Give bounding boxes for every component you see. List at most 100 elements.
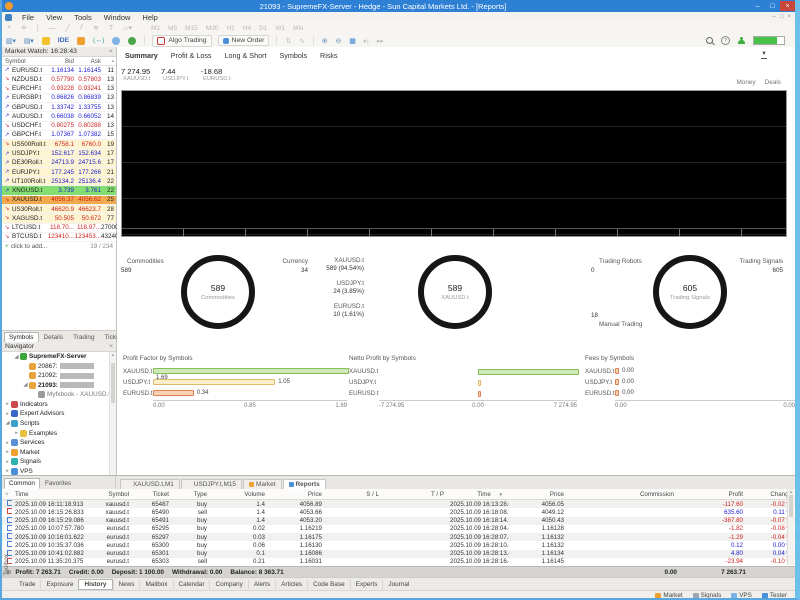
- expand-arrow-icon[interactable]: ▸: [4, 449, 11, 455]
- new-order-button[interactable]: New Order: [218, 35, 270, 46]
- report-tab[interactable]: Symbols: [279, 51, 307, 60]
- col-bid[interactable]: Bid: [46, 58, 74, 65]
- col-sl[interactable]: S / L: [325, 491, 382, 498]
- balance-chart[interactable]: [121, 90, 787, 237]
- expand-arrow-icon[interactable]: ▸: [4, 401, 11, 407]
- shapes-icon[interactable]: ▱▾: [123, 24, 132, 32]
- timeframe-button[interactable]: MN: [293, 25, 303, 32]
- table-row[interactable]: 2025.10.09 16:11:18.913 xauusd.t 65487 b…: [2, 500, 795, 508]
- market-watch-row[interactable]: ↗ USDJPY.t 152.617 152.634 17: [2, 149, 116, 158]
- chart-tab[interactable]: XAUUSD.t,M1: [120, 479, 180, 489]
- col-symbol[interactable]: Symbol: [2, 58, 46, 65]
- expand-arrow-icon[interactable]: ▸: [4, 468, 11, 474]
- market-watch-row[interactable]: ↘ US30Roll.t 46620.9 46623.7 28: [2, 205, 116, 214]
- mql5-icon[interactable]: [42, 37, 50, 45]
- objects-list-icon[interactable]: ⇅: [285, 37, 291, 45]
- report-tab[interactable]: Risks: [320, 51, 338, 60]
- table-row[interactable]: 2025.10.09 10:41:02.882 eurusd.t 65301 b…: [2, 550, 795, 558]
- nav-item[interactable]: ◢ Scripts: [2, 419, 110, 429]
- market-watch-close-icon[interactable]: ×: [109, 48, 113, 55]
- tile-windows-icon[interactable]: ▦: [349, 37, 355, 45]
- col-price-close[interactable]: Price: [509, 491, 567, 498]
- market-watch-row[interactable]: ↘ XAUUSD.t 4056.37 4056.62 25: [2, 196, 116, 205]
- expand-arrow-icon[interactable]: ◢: [13, 354, 20, 360]
- chart-profile-icon[interactable]: ▤▾: [24, 37, 34, 45]
- nav-item[interactable]: ▸ Indicators: [2, 400, 110, 410]
- status-item[interactable]: Tester: [762, 592, 787, 599]
- chart-style-icon[interactable]: ▥▾: [6, 37, 16, 45]
- toolbox-tab[interactable]: Calendar: [173, 580, 210, 589]
- market-watch-row[interactable]: ↘ XAGUSD.t 50.505 50.672 77: [2, 214, 116, 223]
- table-row[interactable]: 2025.10.09 11:35:20.375 eurusd.t 65303 s…: [2, 558, 795, 566]
- status-item[interactable]: Signals: [693, 592, 722, 599]
- nav-item[interactable]: Myfxbook - XAUUSD.t,N: [2, 390, 110, 400]
- nav-item[interactable]: ▸ Examples: [2, 428, 110, 438]
- timeframe-button[interactable]: M1: [151, 25, 160, 32]
- col-spread-icon[interactable]: ▪: [101, 58, 116, 65]
- nav-item[interactable]: ▸ Signals: [2, 457, 110, 467]
- algo-trading-button[interactable]: Algo Trading: [152, 35, 211, 47]
- zoom-out-icon[interactable]: ⊖: [336, 37, 342, 45]
- col-tp[interactable]: T / P: [382, 491, 447, 498]
- signals-toolbar-icon[interactable]: (↔): [93, 37, 104, 44]
- navigator-tab[interactable]: Common: [4, 478, 40, 489]
- nav-item[interactable]: ◢ 21093:: [2, 381, 110, 391]
- toolbox-tab[interactable]: Mailbox: [139, 580, 172, 589]
- col-time-open[interactable]: Time: [12, 491, 92, 498]
- mdi-window-controls[interactable]: – □ ×: [773, 14, 795, 20]
- status-item[interactable]: VPS: [731, 592, 752, 599]
- fibonacci-icon[interactable]: ≋: [93, 24, 99, 32]
- vertical-line-icon[interactable]: |: [37, 25, 39, 32]
- toolbox-tab[interactable]: History: [78, 579, 112, 590]
- col-commission[interactable]: Commission: [567, 491, 677, 498]
- status-item[interactable]: Market: [655, 592, 682, 599]
- timeframe-button[interactable]: W1: [275, 25, 285, 32]
- col-type[interactable]: Type: [172, 491, 210, 498]
- expand-arrow-icon[interactable]: ▸: [4, 411, 11, 417]
- col-ask[interactable]: Ask: [74, 58, 101, 65]
- menu-item[interactable]: Tools: [68, 13, 98, 22]
- market-watch-row[interactable]: ↗ GBPCHF.t 1.07367 1.07382 15: [2, 131, 116, 140]
- report-tab[interactable]: Profit & Loss: [171, 51, 212, 60]
- market-watch-row[interactable]: ↘ USDCHF.t 0.80275 0.80288 13: [2, 122, 116, 131]
- toolbox-vertical-tab[interactable]: Toolbox: [3, 554, 10, 576]
- navigator-close-icon[interactable]: ×: [109, 343, 113, 350]
- navigator-tab[interactable]: Favorites: [40, 478, 76, 489]
- cursor-icon[interactable]: ⌖: [7, 24, 11, 32]
- market-watch-column-headers[interactable]: Symbol Bid Ask ▪: [2, 57, 116, 66]
- chart-tab[interactable]: Market: [243, 479, 282, 489]
- market-watch-row[interactable]: ↗ XNGUSD.t 3.739 3.761 22: [2, 186, 116, 195]
- table-row[interactable]: 2025.10.09 10:07:57.780 eurusd.t 65295 b…: [2, 525, 795, 533]
- expand-arrow-icon[interactable]: ▸: [4, 440, 11, 446]
- market-watch-row[interactable]: ↗ UT100Roll.t 25134.2 25136.4 22: [2, 177, 116, 186]
- nav-item[interactable]: ▸ Expert Advisors: [2, 409, 110, 419]
- market-watch-row[interactable]: ↘ EURCHF.t 0.93228 0.93241 13: [2, 85, 116, 94]
- navigator-scrollbar[interactable]: ▲: [109, 352, 116, 476]
- table-row[interactable]: 2025.10.09 16:15:26.833 xauusd.t 65490 s…: [2, 508, 795, 516]
- help-icon[interactable]: ?: [721, 36, 730, 45]
- toolbox-tab[interactable]: Experts: [350, 580, 383, 589]
- tick-chart-icon[interactable]: ∿: [299, 37, 305, 45]
- toolbox-tab[interactable]: Trade: [14, 580, 40, 589]
- ide-button[interactable]: IDE: [58, 37, 69, 44]
- chart-tab[interactable]: Reports: [283, 479, 326, 489]
- community-user-icon[interactable]: [738, 37, 745, 44]
- mdi-restore-icon[interactable]: □: [780, 14, 784, 20]
- download-report-icon[interactable]: ▼: [761, 52, 767, 59]
- toolbox-tab[interactable]: Exposure: [40, 580, 78, 589]
- toolbox-tab[interactable]: News: [113, 580, 140, 589]
- market-watch-row[interactable]: ↗ GBPUSD.t 1.33742 1.33755 13: [2, 103, 116, 112]
- nav-item[interactable]: 21092:: [2, 371, 110, 381]
- expand-arrow-icon[interactable]: ◢: [22, 382, 29, 388]
- expand-arrow-icon[interactable]: ◢: [4, 420, 11, 426]
- col-ticket[interactable]: Ticket: [132, 491, 172, 498]
- market-watch-row[interactable]: ↗ EURUSD.t 1.16134 1.16145 11: [2, 66, 116, 75]
- add-symbol-label[interactable]: click to add...: [11, 243, 48, 250]
- close-button[interactable]: ×: [780, 1, 795, 11]
- menu-item[interactable]: View: [40, 13, 68, 22]
- menu-item[interactable]: File: [16, 13, 40, 22]
- maximize-button[interactable]: □: [765, 1, 780, 11]
- table-row[interactable]: 2025.10.09 16:15:29.086 xauusd.t 65491 b…: [2, 517, 795, 525]
- market-watch-row[interactable]: ↘ LTCUSD.t 118.70... 118.97... 27000: [2, 224, 116, 233]
- view-mode-option[interactable]: Money: [736, 79, 755, 86]
